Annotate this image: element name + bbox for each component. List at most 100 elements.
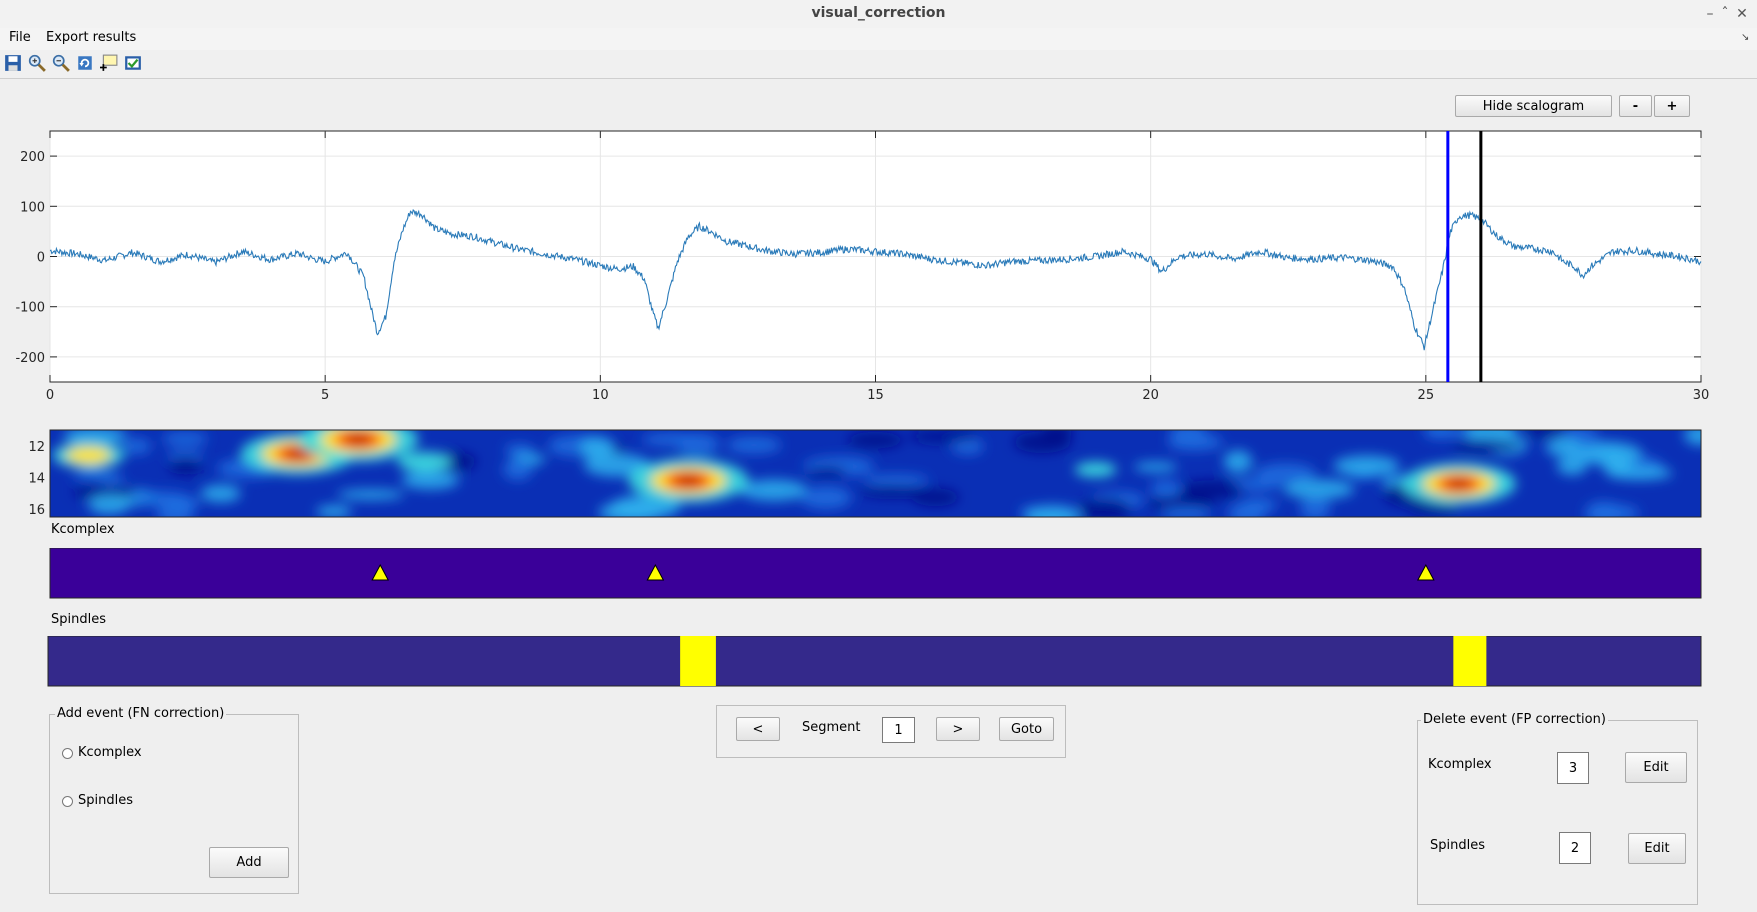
spindles-radio-label[interactable]: Spindles <box>78 793 133 808</box>
add-event-panel-title: Add event (FN correction) <box>55 706 227 721</box>
x-tick-label: 10 <box>592 388 609 403</box>
segment-input[interactable] <box>882 717 915 743</box>
rotate-icon[interactable] <box>76 54 94 72</box>
y-tick-label: 0 <box>37 251 45 266</box>
scalogram-texture <box>1451 439 1522 452</box>
delete-spindles-label: Spindles <box>1430 838 1485 853</box>
spindle-interval-bar <box>1453 636 1487 686</box>
scalogram-texture <box>87 494 130 515</box>
scalogram-texture <box>337 489 405 500</box>
signal-plot[interactable]: 0 5 10 15 20 25 30 200 100 0 -100 -200 <box>0 120 1757 410</box>
scalogram-texture <box>63 430 127 445</box>
scalogram-plot[interactable]: 12 14 16 <box>0 425 1757 520</box>
scalogram-y-tick-label: 16 <box>28 503 45 518</box>
y-tick-label: -100 <box>15 301 45 316</box>
spindles-track-title: Spindles <box>51 612 106 627</box>
scalogram-hotspot <box>674 474 703 487</box>
close-button[interactable]: ✕ <box>1733 5 1751 23</box>
add-button[interactable]: Add <box>209 847 289 878</box>
dock-icon[interactable]: ↘ <box>1741 32 1749 43</box>
scalogram-texture <box>504 443 535 456</box>
x-tick-label: 5 <box>321 388 329 403</box>
scalogram-hotspot <box>65 446 112 464</box>
kcomplex-track[interactable] <box>0 548 1757 603</box>
kcomplex-count-input[interactable] <box>1557 752 1589 784</box>
hide-scalogram-button[interactable]: Hide scalogram <box>1455 95 1612 117</box>
next-segment-button[interactable]: > <box>936 717 980 741</box>
y-tick-label: 200 <box>20 150 45 165</box>
zoom-in-icon[interactable] <box>28 54 46 72</box>
scalogram-texture <box>1333 455 1400 477</box>
data-cursor-icon[interactable] <box>100 54 118 72</box>
scalogram-y-tick-label: 12 <box>28 440 45 455</box>
x-tick-label: 30 <box>1693 388 1710 403</box>
x-tick-label: 15 <box>867 388 884 403</box>
zoom-minus-button[interactable]: - <box>1619 95 1652 117</box>
scalogram-y-tick-label: 14 <box>28 471 45 486</box>
edit-kcomplex-button[interactable]: Edit <box>1625 752 1687 783</box>
scalogram-texture <box>315 505 352 517</box>
scalogram-texture <box>401 470 460 490</box>
prev-segment-button[interactable]: < <box>736 717 780 741</box>
scalogram-texture <box>800 486 852 510</box>
kcomplex-track-area <box>49 548 1702 599</box>
scalogram-texture <box>806 466 848 478</box>
menu-export-results[interactable]: Export results <box>42 29 140 46</box>
y-tick-label: 100 <box>20 200 45 215</box>
scalogram-texture <box>161 431 209 446</box>
delete-event-panel-title: Delete event (FP correction) <box>1421 712 1608 727</box>
window-title: visual_correction <box>811 5 946 21</box>
delete-kcomplex-label: Kcomplex <box>1428 757 1492 772</box>
scalogram-texture <box>1160 506 1211 517</box>
scalogram-texture <box>72 470 121 481</box>
scalogram-texture <box>675 433 720 455</box>
scalogram-texture <box>908 430 979 443</box>
scalogram-hotspot <box>1074 461 1117 478</box>
scalogram-texture <box>1545 438 1583 457</box>
save-icon[interactable] <box>4 54 22 72</box>
edit-spindles-button[interactable]: Edit <box>1628 833 1686 864</box>
scalogram-heatmap <box>50 430 1701 517</box>
spindles-track-area <box>47 636 1702 687</box>
scalogram-texture <box>200 484 241 503</box>
kcomplex-radio-label[interactable]: Kcomplex <box>78 745 142 760</box>
x-tick-label: 0 <box>46 388 54 403</box>
menu-file[interactable]: File <box>5 29 35 46</box>
scalogram-texture <box>169 456 203 475</box>
scalogram-texture <box>847 431 904 449</box>
insert-icon[interactable] <box>124 54 142 72</box>
spindle-interval-bar <box>680 636 716 686</box>
spindles-radio[interactable] <box>62 796 73 807</box>
kcomplex-radio[interactable] <box>62 748 73 759</box>
scalogram-texture <box>1013 431 1071 454</box>
scalogram-texture <box>1179 480 1244 500</box>
scalogram-hotspot <box>344 433 373 446</box>
maximize-button[interactable]: ˆ <box>1716 5 1734 23</box>
zoom-out-icon[interactable] <box>52 54 70 72</box>
toolbar <box>0 50 1757 79</box>
scalogram-texture <box>122 438 152 455</box>
kcomplex-track-title: Kcomplex <box>51 522 115 537</box>
scalogram-hotspot <box>1445 478 1473 490</box>
zoom-plus-button[interactable]: + <box>1654 95 1690 117</box>
scalogram-texture <box>503 458 533 481</box>
spindles-count-input[interactable] <box>1559 832 1591 864</box>
scalogram-texture <box>739 479 808 501</box>
scalogram-hotspot <box>397 451 452 472</box>
scalogram-texture <box>726 436 782 454</box>
delete-event-panel <box>1417 720 1698 905</box>
x-tick-label: 25 <box>1418 388 1435 403</box>
spindles-track[interactable] <box>0 636 1757 691</box>
x-tick-label: 20 <box>1142 388 1159 403</box>
segment-label: Segment <box>802 720 861 735</box>
scalogram-texture <box>1523 430 1568 437</box>
scalogram-texture <box>1283 479 1355 500</box>
menu-bar <box>0 28 1757 50</box>
scalogram-texture <box>859 485 928 498</box>
goto-button[interactable]: Goto <box>999 717 1054 741</box>
scalogram-texture <box>1150 480 1182 498</box>
scalogram-texture <box>1578 441 1643 466</box>
scalogram-texture <box>863 474 929 486</box>
y-tick-label: -200 <box>15 351 45 366</box>
scalogram-texture <box>1133 461 1178 473</box>
